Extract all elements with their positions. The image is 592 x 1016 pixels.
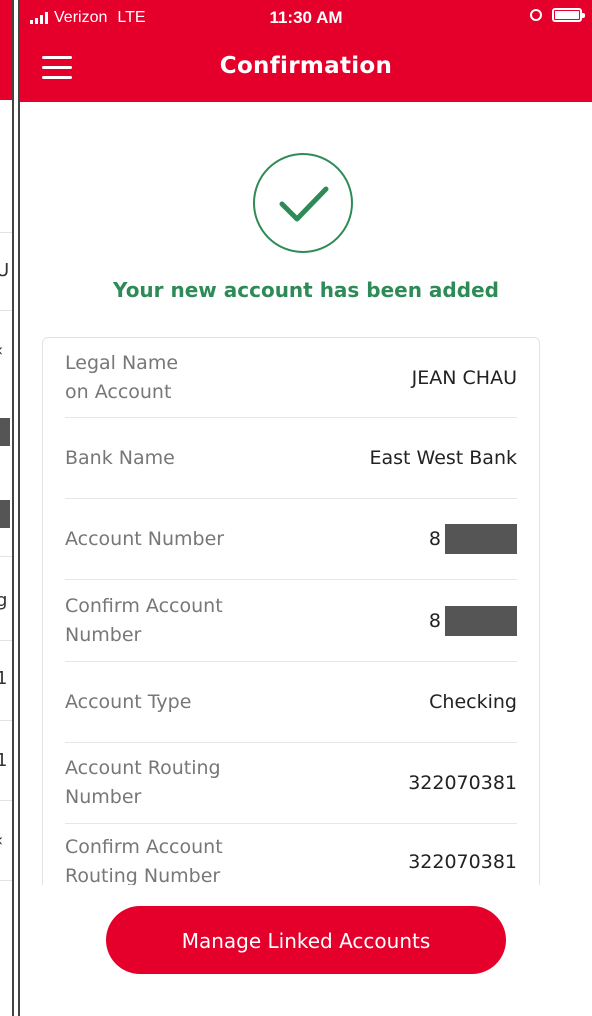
navigation-bar: Confirmation — [20, 36, 592, 102]
detail-row-confirm-routing-number: Confirm Account Routing Number 322070381 — [65, 824, 517, 885]
detail-row-routing-number: Account Routing Number 322070381 — [65, 743, 517, 824]
account-number-prefix: 8 — [428, 528, 441, 550]
status-time: 11:30 AM — [269, 8, 343, 27]
redaction-block — [445, 605, 517, 636]
detail-row-legal-name: Legal Name on Account JEAN CHAU — [65, 338, 517, 418]
detail-value-masked: 8 — [428, 605, 517, 636]
detail-label: Bank Name — [65, 446, 175, 469]
detail-row-account-type: Account Type Checking — [65, 662, 517, 743]
detail-value-masked: 8 — [429, 524, 517, 554]
lock-rotation-icon — [530, 9, 542, 21]
detail-label: Confirm Account Routing Number — [65, 836, 223, 885]
redaction-block — [445, 524, 517, 554]
status-bar: Verizon LTE 11:30 AM — [20, 0, 592, 36]
detail-value: JEAN CHAU — [411, 366, 517, 389]
battery-icon — [552, 8, 585, 22]
detail-value: 322070381 — [408, 772, 517, 794]
detail-label: Legal Name on Account — [65, 351, 179, 403]
success-message: Your new account has been added — [113, 278, 499, 302]
detail-value: East West Bank — [369, 447, 517, 469]
detail-value: Checking — [429, 691, 517, 713]
detail-row-bank-name: Bank Name East West Bank — [65, 418, 517, 499]
detail-label: Account Type — [65, 690, 192, 713]
checkmark-circle-icon — [253, 153, 353, 253]
detail-label: Account Routing Number — [65, 757, 221, 808]
manage-linked-accounts-button[interactable]: Manage Linked Accounts — [106, 906, 506, 974]
detail-row-account-number: Account Number 8 — [65, 499, 517, 580]
previous-screen-edge: U ‹ g 1 1 ‹ — [0, 0, 14, 1016]
detail-label: Account Number — [65, 527, 225, 550]
account-number-prefix: 8 — [428, 609, 441, 632]
detail-label: Confirm Account Number — [65, 594, 223, 646]
detail-value: 322070381 — [408, 851, 517, 873]
phone-screen: Verizon LTE 11:30 AM Confirmation Your n… — [18, 0, 592, 1016]
account-details-card: Legal Name on Account JEAN CHAU Bank Nam… — [42, 337, 540, 885]
detail-row-confirm-account-number: Confirm Account Number 8 — [65, 580, 517, 662]
page-title: Confirmation — [219, 53, 393, 79]
